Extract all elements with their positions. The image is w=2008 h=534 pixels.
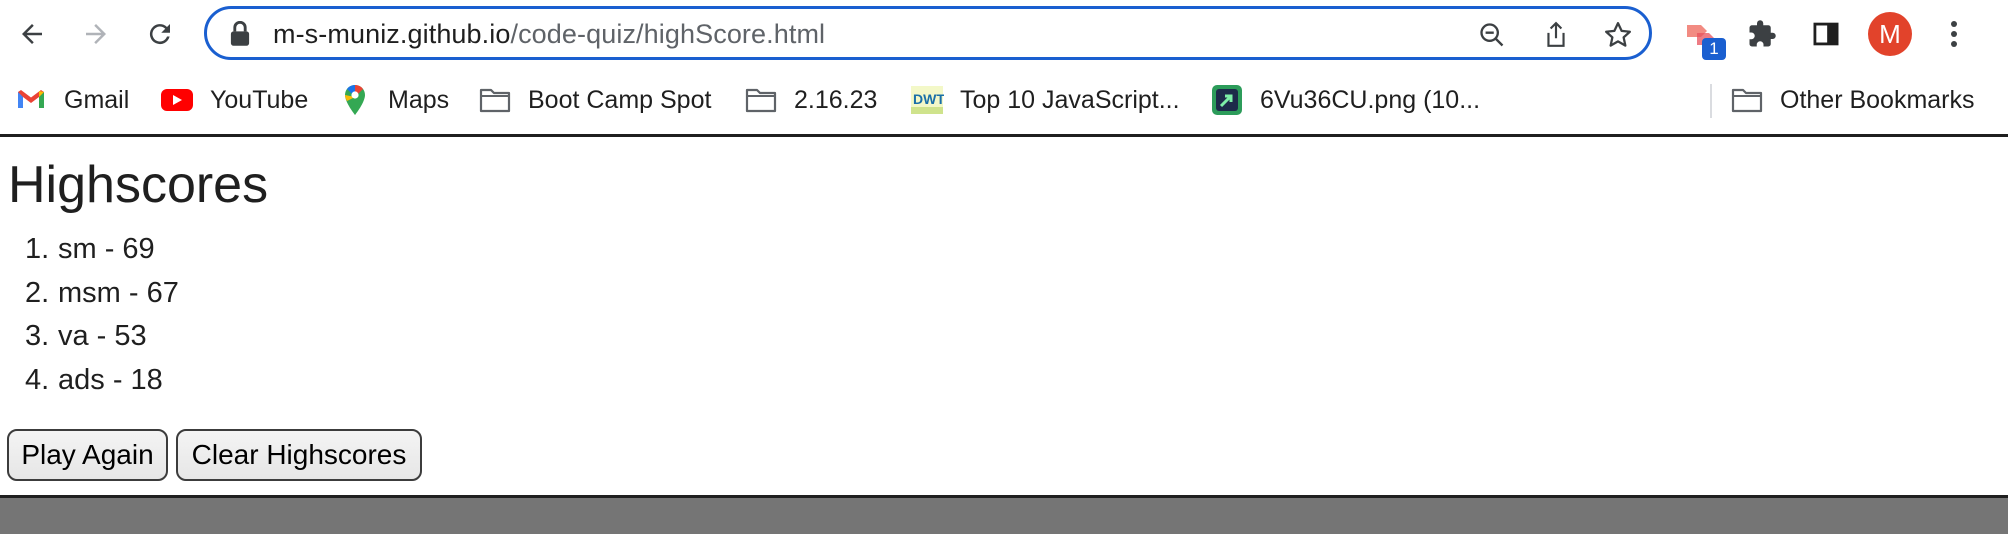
bookmark-youtube[interactable]: YouTube bbox=[160, 82, 308, 118]
bookmark-label: Gmail bbox=[64, 85, 130, 114]
address-bar[interactable]: m-s-muniz.github.io/code-quiz/highScore.… bbox=[204, 6, 1652, 60]
page-title: Highscores bbox=[8, 156, 269, 214]
list-item-number: 3. bbox=[25, 320, 50, 352]
bookmark-top-10-javascript[interactable]: DWT Top 10 JavaScript... bbox=[910, 82, 1180, 118]
forward-arrow-icon[interactable] bbox=[76, 14, 116, 54]
bookmark-gmail[interactable]: Gmail bbox=[14, 82, 129, 118]
bookmark-label: 6Vu36CU.png (10... bbox=[1260, 85, 1481, 114]
maps-icon bbox=[338, 84, 372, 116]
bookmark-label: 2.16.23 bbox=[794, 85, 878, 114]
page-content: Highscores 1. sm - 69 2. msm - 67 3. va … bbox=[0, 137, 1996, 495]
list-item-text: ads - 18 bbox=[58, 363, 163, 396]
kebab-menu-icon[interactable] bbox=[1932, 12, 1976, 56]
share-icon[interactable] bbox=[1541, 20, 1571, 50]
bookmark-label: Boot Camp Spot bbox=[528, 85, 712, 114]
side-panel-icon[interactable] bbox=[1804, 12, 1848, 56]
extension-badge: 1 bbox=[1702, 38, 1726, 60]
gmail-icon bbox=[14, 84, 48, 116]
list-item-text: sm - 69 bbox=[58, 233, 155, 265]
bookmarks-bar: Gmail YouTube Maps Boot Camp Spot 2.16.2… bbox=[0, 68, 2008, 134]
list-item-text: msm - 67 bbox=[58, 276, 179, 309]
clear-highscores-button[interactable]: Clear Highscores bbox=[176, 429, 422, 481]
back-arrow-icon[interactable] bbox=[12, 14, 52, 54]
list-item-number: 2. bbox=[25, 276, 50, 309]
list-item-text: va - 53 bbox=[58, 320, 147, 352]
reload-icon[interactable] bbox=[140, 14, 180, 54]
url-path: /code-quiz/highScore.html bbox=[510, 19, 826, 49]
bookmark-boot-camp-spot[interactable]: Boot Camp Spot bbox=[478, 82, 711, 118]
bookmark-6vu36cu-png[interactable]: 6Vu36CU.png (10... bbox=[1210, 82, 1480, 118]
bookmarks-separator bbox=[1710, 84, 1712, 118]
folder-icon bbox=[744, 84, 778, 116]
background-area bbox=[0, 498, 2008, 534]
bookmark-2-16-23[interactable]: 2.16.23 bbox=[744, 82, 877, 118]
browser-toolbar: m-s-muniz.github.io/code-quiz/highScore.… bbox=[0, 0, 2008, 68]
zoom-out-icon[interactable] bbox=[1477, 20, 1507, 50]
image-icon bbox=[1210, 84, 1244, 116]
bookmark-maps[interactable]: Maps bbox=[338, 82, 449, 118]
bookmark-label: Top 10 JavaScript... bbox=[960, 85, 1180, 114]
folder-icon bbox=[1730, 84, 1764, 116]
lock-icon[interactable] bbox=[229, 20, 251, 52]
url-host: m-s-muniz.github.io bbox=[273, 19, 511, 49]
bookmark-star-icon[interactable] bbox=[1603, 20, 1633, 50]
bookmark-other-bookmarks[interactable]: Other Bookmarks bbox=[1730, 82, 1975, 118]
bookmark-label: YouTube bbox=[210, 85, 309, 114]
list-item-number: 1. bbox=[25, 233, 50, 265]
url-text[interactable]: m-s-muniz.github.io/code-quiz/highScore.… bbox=[273, 19, 825, 50]
folder-icon bbox=[478, 84, 512, 116]
play-again-button[interactable]: Play Again bbox=[7, 429, 168, 481]
svg-text:DWT: DWT bbox=[913, 91, 944, 107]
bookmark-label: Other Bookmarks bbox=[1780, 85, 1975, 114]
dwt-icon: DWT bbox=[910, 84, 944, 116]
bookmark-label: Maps bbox=[388, 85, 450, 114]
puzzle-icon[interactable] bbox=[1740, 12, 1784, 56]
avatar[interactable]: M bbox=[1868, 12, 1912, 56]
list-item-number: 4. bbox=[25, 363, 50, 396]
youtube-icon bbox=[160, 84, 194, 116]
